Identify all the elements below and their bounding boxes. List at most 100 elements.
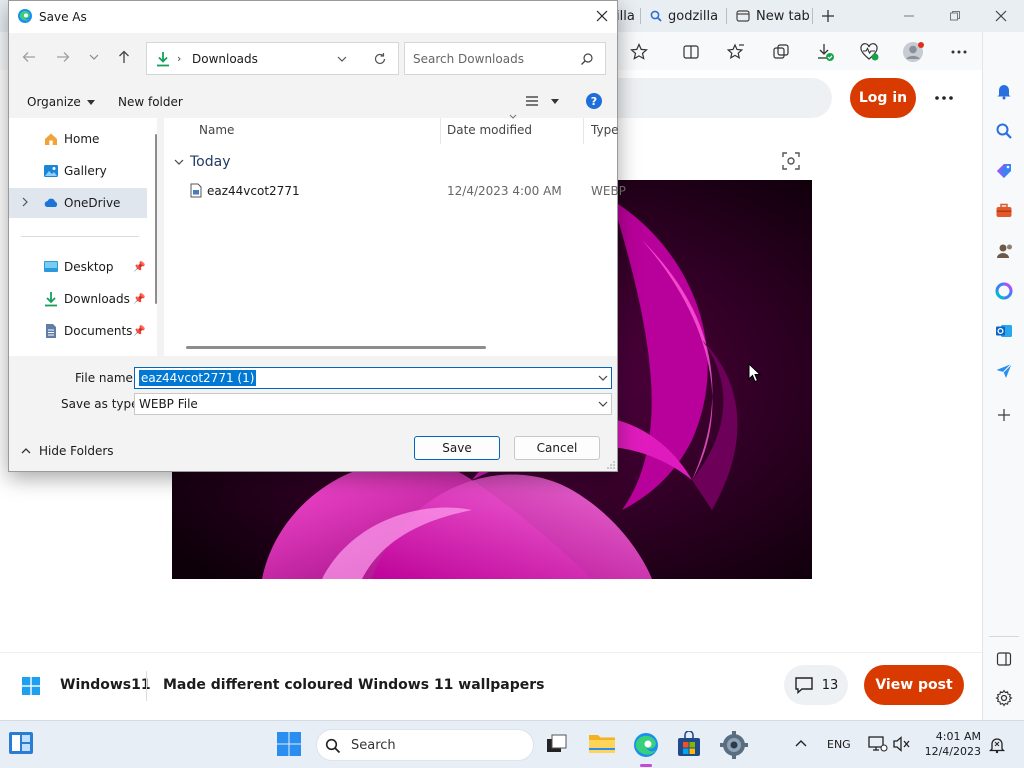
downloads-icon[interactable] (812, 39, 838, 65)
post-title[interactable]: Made different coloured Windows 11 wallp… (163, 677, 545, 693)
save-type-select[interactable]: WEBP File (134, 393, 612, 415)
settings-gear-icon[interactable] (720, 731, 748, 759)
visual-search-icon[interactable] (780, 150, 802, 172)
browser-essentials-icon[interactable] (856, 39, 882, 65)
profile-avatar-icon[interactable] (900, 39, 926, 65)
send-icon[interactable] (991, 358, 1017, 384)
column-header-name[interactable]: Name (199, 123, 234, 137)
back-arrow-icon[interactable] (21, 49, 39, 67)
overflow-menu-icon[interactable] (934, 90, 954, 106)
column-header-date[interactable]: Date modified (447, 123, 532, 137)
dialog-close-button[interactable] (587, 1, 617, 31)
address-dropdown-icon[interactable] (337, 55, 347, 63)
minimize-button[interactable] (886, 0, 932, 32)
comment-icon (794, 676, 814, 694)
help-icon[interactable]: ? (586, 93, 602, 109)
address-bar[interactable]: › Downloads (146, 42, 399, 75)
file-explorer-icon[interactable] (588, 731, 616, 759)
tools-briefcase-icon[interactable] (991, 198, 1017, 224)
forward-arrow-icon[interactable] (55, 49, 73, 67)
nav-item-desktop[interactable]: Desktop 📌 (9, 252, 147, 282)
add-sidebar-app-icon[interactable] (991, 402, 1017, 428)
save-button[interactable]: Save (414, 436, 500, 460)
nav-item-gallery[interactable]: Gallery (9, 156, 147, 186)
command-bar: Organize New folder ? (9, 87, 617, 117)
edge-taskbar-icon[interactable] (632, 731, 660, 759)
community-name[interactable]: Windows11 (60, 677, 151, 693)
column-divider[interactable] (583, 118, 584, 144)
collections-icon[interactable] (768, 39, 794, 65)
tab-label: New tab (756, 8, 810, 24)
file-row[interactable]: eaz44vcot2771 12/4/2023 4:00 AM WEBP (186, 180, 626, 202)
column-divider[interactable] (440, 118, 441, 144)
start-button[interactable] (276, 731, 304, 759)
outlook-icon[interactable] (991, 318, 1017, 344)
store-icon[interactable] (676, 731, 704, 759)
expand-chevron-icon[interactable] (21, 197, 29, 207)
hide-folders-button[interactable]: Hide Folders (21, 444, 114, 458)
up-arrow-icon[interactable] (116, 49, 134, 67)
tab-reddit[interactable]: illa (616, 0, 635, 32)
notifications-bell-icon[interactable] (991, 78, 1017, 104)
nav-item-home[interactable]: Home (9, 124, 147, 154)
language-indicator[interactable]: ENG (827, 738, 851, 751)
refresh-icon[interactable] (373, 52, 387, 66)
search-magnifier-icon[interactable] (580, 52, 594, 66)
sidebar-settings-gear-icon[interactable] (991, 685, 1017, 711)
resize-grip-icon[interactable] (607, 461, 615, 469)
favorite-star-icon[interactable] (626, 39, 652, 65)
microsoft-365-icon[interactable] (991, 278, 1017, 304)
sidebar-divider (989, 636, 1019, 637)
restore-button[interactable] (932, 0, 978, 32)
nav-item-label: OneDrive (64, 196, 121, 210)
nav-scrollbar[interactable] (155, 134, 157, 304)
comments-button[interactable]: 13 (784, 665, 848, 705)
edge-sidebar (982, 32, 1024, 720)
file-name-dropdown-icon[interactable] (598, 374, 608, 382)
more-menu-icon[interactable] (946, 39, 972, 65)
pin-icon: 📌 (133, 261, 146, 273)
address-location[interactable]: Downloads (192, 52, 258, 66)
nav-item-downloads[interactable]: Downloads 📌 (9, 284, 147, 314)
show-hidden-icons-chevron[interactable] (795, 739, 807, 749)
new-tab-button[interactable] (806, 0, 850, 32)
recent-locations-chevron-icon[interactable] (89, 53, 101, 63)
nav-item-label: Documents (64, 324, 133, 338)
taskbar-search-box[interactable]: Search (316, 729, 534, 761)
favorites-icon[interactable] (723, 39, 749, 65)
new-tab-icon (736, 9, 750, 23)
new-folder-button[interactable]: New folder (118, 95, 183, 109)
games-icon[interactable] (991, 238, 1017, 264)
view-post-button[interactable]: View post (864, 665, 964, 705)
desktop-icon (43, 259, 59, 275)
nav-item-documents[interactable]: Documents 📌 (9, 316, 147, 346)
column-header-type[interactable]: Type (591, 123, 619, 137)
pin-icon: 📌 (133, 325, 146, 337)
chevron-up-icon (21, 448, 31, 454)
hide-sidebar-icon[interactable] (991, 646, 1017, 672)
search-downloads-input[interactable]: Search Downloads (404, 42, 606, 75)
notification-center-icon[interactable] (988, 736, 1006, 754)
sidebar-search-icon[interactable] (991, 118, 1017, 144)
group-header-today[interactable]: Today (174, 154, 231, 170)
nav-item-onedrive[interactable]: OneDrive (9, 188, 147, 218)
organize-menu-button[interactable]: Organize (27, 95, 95, 109)
file-date: 12/4/2023 4:00 AM (447, 184, 562, 198)
horizontal-scrollbar[interactable] (186, 346, 486, 349)
tab-godzilla[interactable]: godzilla (650, 0, 718, 32)
view-options-button[interactable] (525, 95, 559, 107)
save-type-dropdown-icon[interactable] (598, 400, 608, 408)
task-view-icon[interactable] (546, 733, 570, 757)
clock[interactable]: 4:01 AM 12/4/2023 (923, 729, 981, 759)
cancel-button[interactable]: Cancel (514, 436, 600, 460)
shopping-tag-icon[interactable] (991, 158, 1017, 184)
split-screen-icon[interactable] (678, 39, 704, 65)
close-browser-button[interactable] (978, 0, 1024, 32)
file-name-input[interactable]: eaz44vcot2771 (1) (134, 367, 612, 389)
tab-new-tab[interactable]: New tab (736, 0, 810, 32)
network-icon[interactable] (868, 735, 888, 755)
login-button[interactable]: Log in (850, 78, 916, 118)
volume-muted-icon[interactable] (892, 735, 912, 755)
downloads-folder-icon (43, 291, 59, 307)
widgets-icon[interactable] (8, 731, 36, 759)
